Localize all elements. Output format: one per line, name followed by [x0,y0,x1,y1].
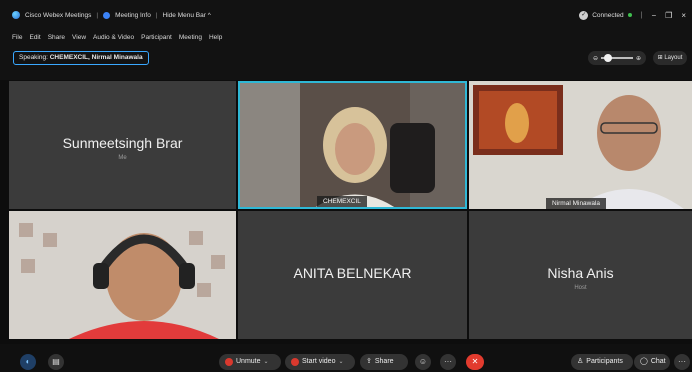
menu-participant[interactable]: Participant [141,34,172,41]
meeting-toolbar: Speaking: CHEMEXCIL, Nirmal Minawala ⊖ ⊕… [0,44,692,80]
share-button[interactable]: ⇪ Share [360,354,408,370]
menu-audio-video[interactable]: Audio & Video [93,34,134,41]
chevron-down-icon[interactable]: ⌄ [338,354,343,370]
participant-role: Host [574,285,587,291]
connection-label: Connected [592,11,624,19]
unmute-button[interactable]: Unmute ⌄ [219,354,281,370]
restore-button[interactable]: ❐ [665,11,672,20]
speaking-prefix: Speaking: [19,54,48,61]
minimize-button[interactable]: − [651,11,656,20]
control-bar: ◐ ▤ Unmute ⌄ Start video ⌄ ⇪ Share ☺ ···… [0,344,692,372]
more-options-button[interactable]: ··· [440,354,456,370]
chevron-down-icon[interactable]: ⌄ [264,354,269,370]
more-icon: ··· [678,357,686,366]
participant-tile-anita[interactable]: ANITA BELNEKAR [238,211,467,339]
participant-tile-nirmal[interactable]: Nirmal Minawala [469,81,692,209]
participants-button[interactable]: ♙ Participants [571,354,633,370]
zoom-track[interactable] [601,53,633,62]
unmute-label: Unmute [236,358,261,365]
participant-name: ANITA BELNEKAR [293,265,412,281]
layout-label: Layout [664,55,683,61]
participants-label: Participants [586,358,623,365]
panel-more-button[interactable]: ··· [674,354,690,370]
meeting-info-button[interactable]: Meeting Info [115,12,151,19]
app-title: Cisco Webex Meetings [25,11,92,19]
chat-button[interactable]: ◯ Chat [634,354,670,370]
menu-share[interactable]: Share [48,34,65,41]
menu-view[interactable]: View [72,34,86,41]
participant-name-tag: Nirmal Minawala [546,198,607,209]
connection-status[interactable]: ✓ Connected [579,10,632,20]
speaking-indicator: Speaking: CHEMEXCIL, Nirmal Minawala [13,51,149,65]
title-separator: | [96,11,99,19]
video-feed-headset [9,211,236,339]
share-icon: ⇪ [366,358,372,365]
menu-file[interactable]: File [12,34,22,41]
participant-tile-nisha[interactable]: Nisha Anis Host [469,211,692,339]
video-feed-chemexcil [240,83,465,207]
webex-apps-icon: ◐ [25,357,31,366]
hide-menu-bar-button[interactable]: Hide Menu Bar ^ [163,12,211,19]
title-separator: | [155,11,158,19]
participant-name-tag: CHEMEXCIL [317,196,367,207]
title-separator: | [640,11,643,19]
title-bar: Cisco Webex Meetings | Meeting Info | Hi… [0,0,692,30]
people-icon: ♙ [577,358,584,365]
end-call-button[interactable]: ✕ [466,354,484,370]
menu-bar: File Edit Share View Audio & Video Parti… [0,30,692,44]
zoom-slider[interactable]: ⊖ ⊕ [588,51,646,65]
start-video-label: Start video [302,358,336,365]
check-icon: ✓ [579,10,589,20]
participant-tile-sunmeetsingh[interactable]: Sunmeetsingh Brar Me [9,81,236,209]
end-call-icon: ✕ [471,357,479,366]
menu-help[interactable]: Help [209,34,222,41]
zoom-in-icon[interactable]: ⊕ [636,55,641,62]
smiley-icon: ☺ [418,357,428,366]
speaking-names: CHEMEXCIL, Nirmal Minawala [49,54,143,61]
menu-edit[interactable]: Edit [29,34,40,41]
participant-tile-chemexcil[interactable]: CHEMEXCIL [238,81,467,209]
menu-meeting[interactable]: Meeting [179,34,202,41]
chat-label: Chat [650,358,666,365]
mic-muted-icon [225,358,233,366]
app-switch-button[interactable]: ◐ [20,354,36,370]
participant-role: Me [118,155,127,161]
participant-tile-headset[interactable] [9,211,236,339]
reactions-button[interactable]: ☺ [415,354,431,370]
zoom-out-icon[interactable]: ⊖ [593,55,598,62]
layout-button[interactable]: ⊞ Layout [653,51,687,65]
close-button[interactable]: × [681,11,686,20]
camera-off-icon [291,358,299,366]
captions-button[interactable]: ▤ [48,354,64,370]
more-icon: ··· [444,357,452,366]
share-label: Share [374,358,394,365]
info-icon [103,11,111,19]
video-feed-nirmal [469,81,692,209]
captions-icon: ▤ [52,357,60,366]
start-video-button[interactable]: Start video ⌄ [285,354,355,370]
status-dot-icon [627,13,632,17]
participant-name: Sunmeetsingh Brar [62,135,183,151]
zoom-handle[interactable] [604,53,613,62]
grid-icon: ⊞ [657,55,663,61]
chat-icon: ◯ [640,358,648,365]
webex-logo-icon [12,11,20,19]
participant-name: Nisha Anis [547,265,614,281]
